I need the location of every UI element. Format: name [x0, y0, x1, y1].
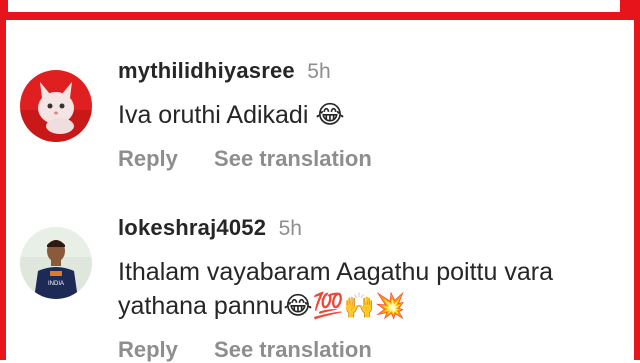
timestamp: 5h [307, 60, 331, 83]
comment-actions: Reply See translation [118, 337, 372, 363]
comment-actions: Reply See translation [118, 146, 372, 172]
comment-text: Iva oruthi Adikadi 😂 [118, 98, 345, 132]
comment-header: lokeshraj4052 5h [118, 215, 302, 241]
timestamp: 5h [278, 217, 302, 240]
avatar[interactable]: INDIA [20, 227, 92, 299]
comment-text-line: Ithalam vayabaram Aagathu poittu vara [118, 258, 553, 286]
svg-text:INDIA: INDIA [48, 281, 64, 287]
avatar[interactable] [20, 70, 92, 142]
username[interactable]: lokeshraj4052 [118, 215, 266, 240]
reply-button[interactable]: Reply [118, 337, 178, 363]
frame-top-inner [8, 0, 620, 12]
cricketer-avatar-icon: INDIA [20, 227, 92, 299]
see-translation-button[interactable]: See translation [214, 146, 372, 172]
comment-header: mythilidhiyasree 5h [118, 58, 331, 84]
username[interactable]: mythilidhiyasree [118, 58, 295, 83]
cat-avatar-icon [20, 70, 92, 142]
frame-right-border [634, 0, 640, 360]
reply-button[interactable]: Reply [118, 146, 178, 172]
comment-text: Ithalam vayabaram Aagathu poittu vara ya… [118, 255, 553, 323]
comment-text-line: yathana pannu😂💯🙌💥 [118, 292, 407, 320]
comment-text-line: Iva oruthi Adikadi 😂 [118, 101, 345, 129]
frame-left-border [0, 0, 6, 360]
frame-top-border [0, 0, 640, 20]
see-translation-button[interactable]: See translation [214, 337, 372, 363]
